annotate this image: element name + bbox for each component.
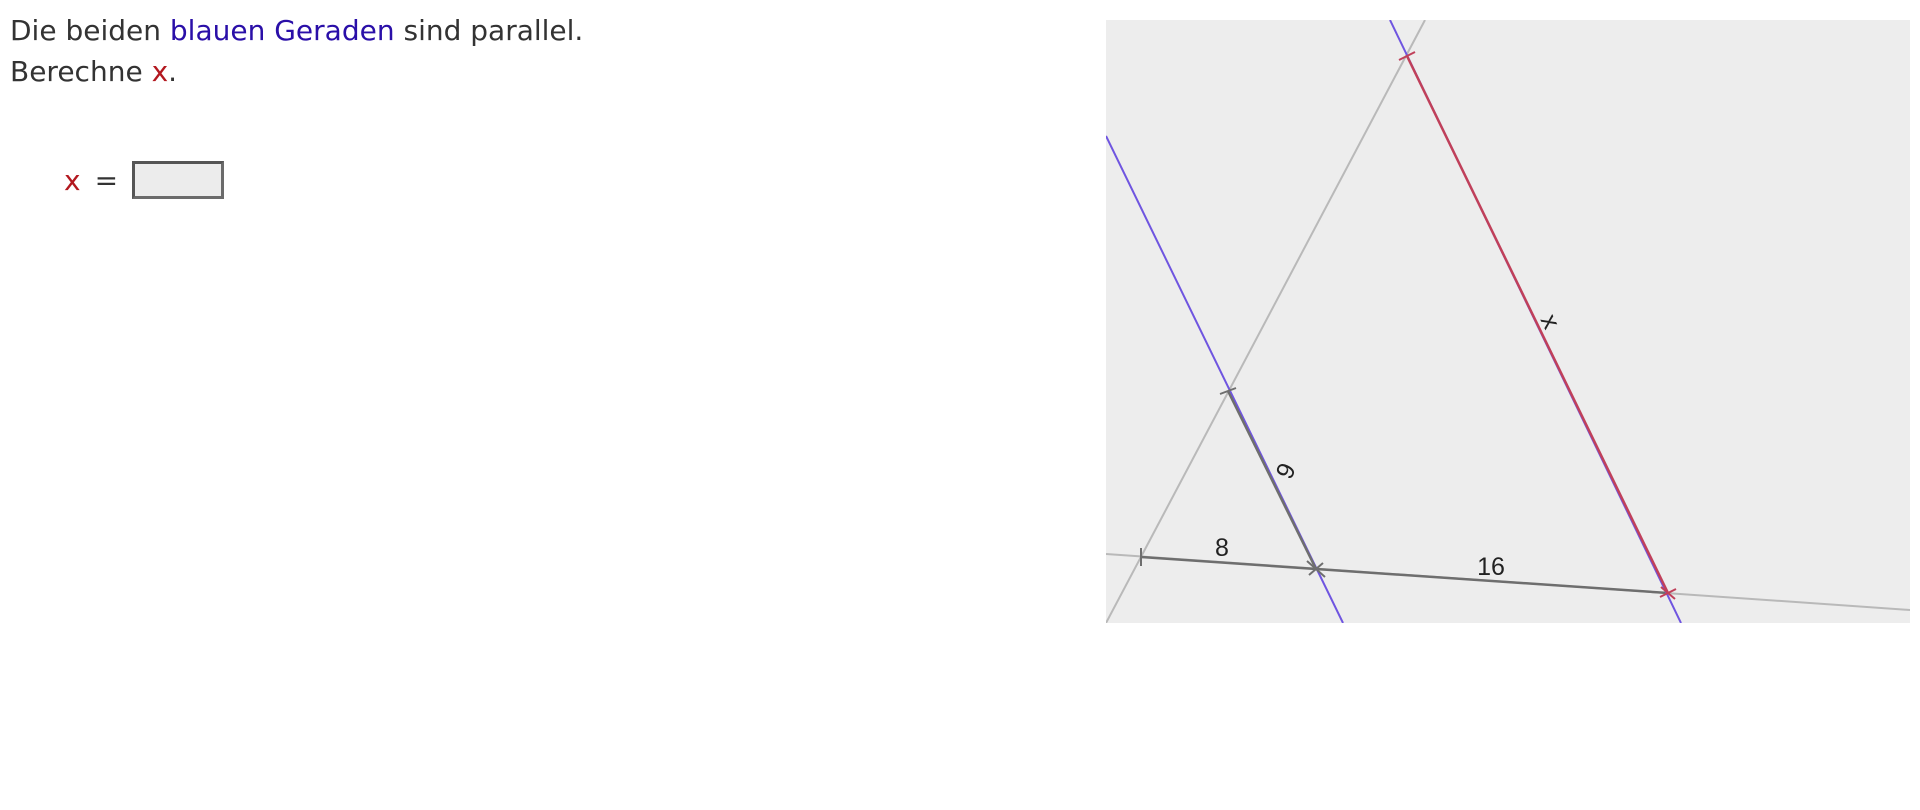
task-line-1-end: sind parallel. [394, 14, 584, 47]
label-segment-8: 8 [1215, 534, 1229, 562]
gray-transversal-line [1106, 20, 1426, 623]
task-line-2-start: Berechne [10, 55, 152, 88]
figure-canvas: 8 16 6 x [1106, 20, 1910, 623]
blue-lines-phrase: blauen Geraden [169, 14, 395, 47]
answer-variable-label: x [64, 163, 81, 197]
task-line-1-start: Die beiden [10, 14, 170, 47]
label-segment-x: x [1535, 310, 1566, 334]
equals-sign: = [94, 163, 119, 197]
geometry-figure: 8 16 6 x [1106, 20, 1910, 623]
task-line-2: Berechne x. [10, 51, 583, 92]
label-segment-6: 6 [1269, 458, 1300, 483]
segment-6 [1226, 390, 1318, 570]
answer-input[interactable] [132, 161, 225, 199]
task-text: Die beiden blauen Geraden sind parallel.… [10, 10, 583, 92]
task-line-1: Die beiden blauen Geraden sind parallel. [10, 10, 583, 51]
tick-marks [1140, 387, 1326, 578]
task-variable-x: x [151, 55, 169, 88]
answer-row: x = [64, 160, 225, 200]
label-segment-16: 16 [1477, 553, 1505, 581]
task-line-2-end: . [168, 55, 178, 88]
